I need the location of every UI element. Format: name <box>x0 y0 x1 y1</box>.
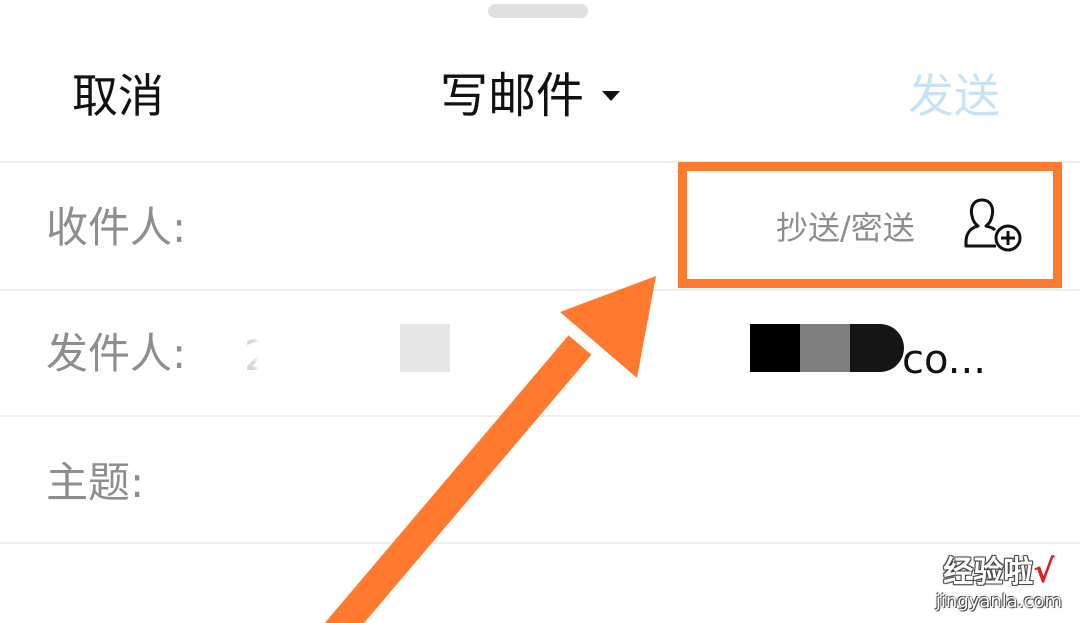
divider <box>0 415 1080 417</box>
redaction-block <box>850 324 904 372</box>
from-label: 发件人: <box>46 329 187 378</box>
watermark: 经验啦√ jingyanla.com <box>936 553 1062 613</box>
add-contact-icon[interactable] <box>962 196 1026 256</box>
to-label: 收件人: <box>46 203 187 252</box>
redaction-block <box>400 324 450 372</box>
divider <box>0 542 1080 544</box>
watermark-url: jingyanla.com <box>935 591 1062 612</box>
sheet-grab-handle[interactable] <box>488 4 588 18</box>
redaction-block <box>750 324 802 372</box>
page-title: 写邮件 <box>440 68 585 124</box>
from-value-suffix[interactable]: co... <box>902 332 986 388</box>
send-button[interactable]: 发送 <box>908 66 1000 126</box>
cancel-button[interactable]: 取消 <box>72 66 164 126</box>
divider <box>0 161 1080 163</box>
cc-bcc-button[interactable]: 抄送/密送 <box>776 206 915 250</box>
compose-title-dropdown[interactable]: 写邮件 <box>440 66 621 126</box>
watermark-text: 经验啦√ <box>943 552 1055 590</box>
compose-email-screen: 取消 写邮件 发送 收件人: 抄送/密送 发件人: 2 co... 主题: 经验… <box>0 0 1080 623</box>
redaction-block <box>800 324 852 372</box>
caret-down-icon <box>602 91 621 101</box>
subject-label: 主题: <box>46 458 145 507</box>
watermark-check-icon: √ <box>1033 552 1055 590</box>
divider <box>0 289 1080 291</box>
